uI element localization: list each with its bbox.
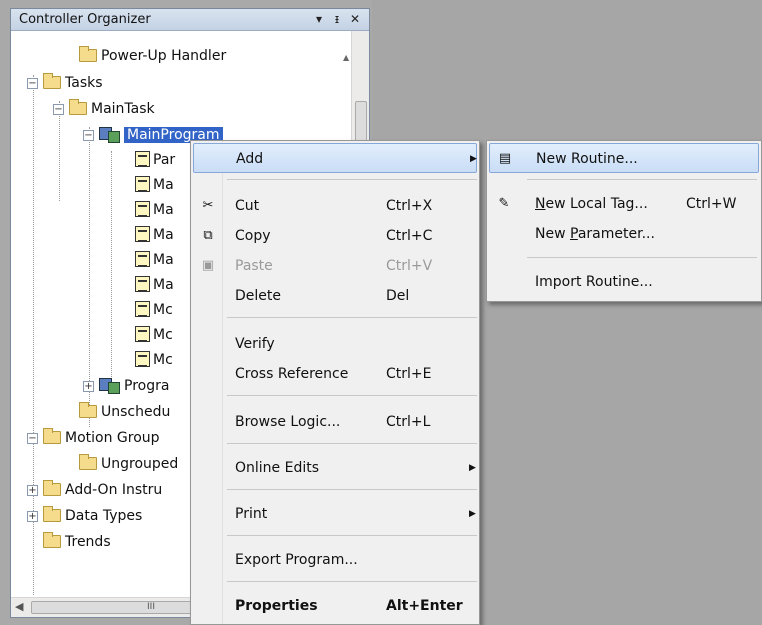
- task-icon: [69, 99, 87, 115]
- submenu-item-import-routine[interactable]: Import Routine...: [489, 267, 759, 297]
- folder-icon: [43, 73, 61, 89]
- menu-item-export-program[interactable]: Export Program...: [193, 545, 477, 575]
- submenu-item-new-parameter[interactable]: New Parameter...: [489, 219, 759, 249]
- tree-item-program[interactable]: + Progra: [83, 375, 169, 397]
- tree-item-routine[interactable]: Ma: [135, 249, 174, 271]
- tree-item-add-on[interactable]: + Add-On Instru: [27, 479, 162, 501]
- tree-item-unscheduled[interactable]: Unschedu: [79, 401, 170, 423]
- folder-icon: [79, 402, 97, 418]
- folder-icon: [43, 532, 61, 548]
- pin-icon[interactable]: ᵻ: [329, 11, 345, 27]
- menu-item-delete[interactable]: Delete Del: [193, 281, 477, 311]
- menu-item-verify[interactable]: Verify: [193, 329, 477, 359]
- scroll-left-icon[interactable]: ◀: [15, 600, 23, 613]
- add-submenu: ▤ New Routine... ✎ New Local Tag... Ctrl…: [486, 140, 762, 302]
- submenu-arrow-icon: ▶: [469, 509, 476, 519]
- routine-icon: [135, 351, 150, 367]
- menu-item-copy[interactable]: ⧉ Copy Ctrl+C: [193, 221, 477, 251]
- tree-item-ungrouped[interactable]: Ungrouped: [79, 453, 178, 475]
- routine-icon: [135, 201, 150, 217]
- tree-item-power-up-handler[interactable]: Power-Up Handler: [79, 45, 226, 67]
- tag-icon: ✎: [498, 196, 510, 211]
- tree-item-data-types[interactable]: + Data Types: [27, 505, 142, 527]
- tree-item-routine[interactable]: Ma: [135, 174, 174, 196]
- tree-item-parameters[interactable]: Par: [135, 149, 175, 171]
- collapse-icon[interactable]: −: [27, 78, 38, 89]
- organizer-title: Controller Organizer: [19, 12, 151, 27]
- routine-icon: [135, 251, 150, 267]
- tree-item-trends[interactable]: Trends: [43, 531, 111, 553]
- folder-icon: [79, 46, 97, 62]
- program-icon: [99, 127, 121, 143]
- folder-icon: [43, 428, 61, 444]
- parameters-icon: [135, 151, 150, 167]
- menu-item-cut[interactable]: ✂ Cut Ctrl+X: [193, 191, 477, 221]
- expand-icon[interactable]: +: [27, 511, 38, 522]
- menu-item-paste[interactable]: ▣ Paste Ctrl+V: [193, 251, 477, 281]
- expand-icon[interactable]: +: [27, 485, 38, 496]
- dropdown-icon[interactable]: ▾: [311, 11, 327, 27]
- expand-icon[interactable]: +: [83, 381, 94, 392]
- menu-item-browse-logic[interactable]: Browse Logic... Ctrl+L: [193, 407, 477, 437]
- menu-item-properties[interactable]: Properties Alt+Enter: [193, 591, 477, 621]
- collapse-icon[interactable]: −: [53, 104, 64, 115]
- submenu-arrow-icon: ▶: [469, 463, 476, 473]
- tree-item-routine[interactable]: Mc: [135, 349, 173, 371]
- routine-icon: [135, 226, 150, 242]
- collapse-icon[interactable]: −: [83, 130, 94, 141]
- routine-icon: ▤: [498, 151, 512, 166]
- routine-icon: [135, 276, 150, 292]
- menu-item-print[interactable]: Print ▶: [193, 499, 477, 529]
- tree-item-routine[interactable]: Mc: [135, 299, 173, 321]
- folder-icon: [43, 506, 61, 522]
- menu-item-cross-reference[interactable]: Cross Reference Ctrl+E: [193, 359, 477, 389]
- tree-item-routine[interactable]: Ma: [135, 274, 174, 296]
- tree-item-tasks[interactable]: − Tasks: [27, 72, 103, 94]
- folder-icon: [43, 480, 61, 496]
- close-icon[interactable]: ✕: [347, 11, 363, 27]
- tree-item-main-task[interactable]: − MainTask: [53, 98, 155, 120]
- program-icon: [99, 378, 121, 394]
- tree-item-motion-groups[interactable]: − Motion Group: [27, 427, 160, 449]
- submenu-item-new-routine[interactable]: ▤ New Routine...: [489, 143, 759, 173]
- paste-icon: ▣: [201, 258, 215, 273]
- routine-icon: [135, 176, 150, 192]
- tree-item-routine[interactable]: Ma: [135, 199, 174, 221]
- routine-icon: [135, 301, 150, 317]
- scissors-icon: ✂: [202, 198, 214, 213]
- menu-item-online-edits[interactable]: Online Edits ▶: [193, 453, 477, 483]
- tree-item-routine[interactable]: Mc: [135, 324, 173, 346]
- tree-item-routine[interactable]: Ma: [135, 224, 174, 246]
- submenu-arrow-icon: ▶: [470, 154, 477, 164]
- copy-icon: ⧉: [203, 228, 213, 243]
- context-menu: Add ▶ ✂ Cut Ctrl+X ⧉ Copy Ctrl+C ▣ Paste…: [190, 140, 480, 625]
- menu-item-add[interactable]: Add ▶: [193, 143, 477, 173]
- routine-icon: [135, 326, 150, 342]
- folder-icon: [79, 454, 97, 470]
- collapse-icon[interactable]: −: [27, 433, 38, 444]
- organizer-title-bar: Controller Organizer ▾ ᵻ ✕: [11, 9, 369, 31]
- scroll-up-icon: ▲: [343, 53, 350, 62]
- submenu-item-new-local-tag[interactable]: ✎ New Local Tag... Ctrl+W: [489, 189, 759, 219]
